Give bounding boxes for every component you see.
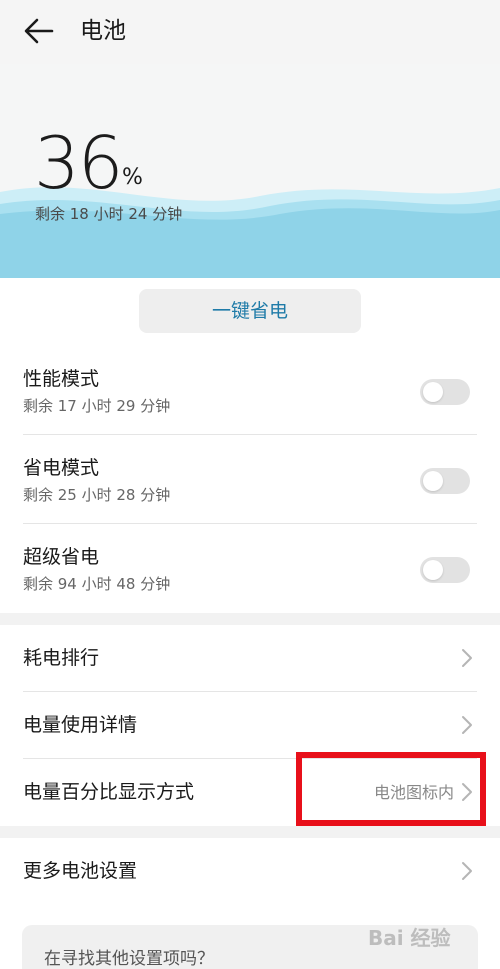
battery-usage-details-row[interactable]: 电量使用详情 <box>0 692 500 759</box>
mode-row-ultra-saving: 超级省电 剩余 94 小时 48 分钟 <box>0 524 500 613</box>
chevron-right-icon <box>462 716 472 734</box>
toggle-knob <box>423 382 443 402</box>
power-consumption-ranking-row[interactable]: 耗电排行 <box>0 625 500 692</box>
ultra-power-saving-toggle[interactable] <box>420 557 470 583</box>
one-key-save-button[interactable]: 一键省电 <box>139 289 361 333</box>
mode-title: 省电模式 <box>23 457 100 479</box>
arrow-left-icon[interactable] <box>22 16 56 46</box>
row-label: 电量使用详情 <box>23 714 138 736</box>
mode-title: 性能模式 <box>23 368 100 390</box>
battery-percent-unit: % <box>122 165 143 190</box>
watermark-text: Bai 经验 <box>368 926 451 950</box>
section-gap <box>0 613 500 625</box>
battery-percent: 36 <box>34 121 124 205</box>
baidu-jingyan-watermark: Bai 经验 <box>368 915 488 961</box>
mode-row-performance: 性能模式 剩余 17 小时 29 分钟 <box>0 346 500 435</box>
battery-remaining-time: 剩余 18 小时 24 分钟 <box>35 205 183 223</box>
toggle-knob <box>423 471 443 491</box>
row-label: 电量百分比显示方式 <box>23 781 195 803</box>
mode-title: 超级省电 <box>23 546 100 568</box>
more-battery-settings-row[interactable]: 更多电池设置 <box>0 838 500 905</box>
mode-remaining: 剩余 17 小时 29 分钟 <box>23 397 171 415</box>
top-bar: 电池 <box>0 0 500 64</box>
chevron-right-icon <box>462 862 472 880</box>
chevron-right-icon <box>462 649 472 667</box>
search-suggestion-text: 在寻找其他设置项吗？ <box>44 949 214 969</box>
mode-remaining: 剩余 94 小时 48 分钟 <box>23 575 171 593</box>
section-gap <box>0 826 500 838</box>
toggle-knob <box>423 560 443 580</box>
power-saving-mode-toggle[interactable] <box>420 468 470 494</box>
highlight-box <box>296 752 486 826</box>
performance-mode-toggle[interactable] <box>420 379 470 405</box>
row-label: 更多电池设置 <box>23 860 138 882</box>
mode-remaining: 剩余 25 小时 28 分钟 <box>23 486 171 504</box>
row-label: 耗电排行 <box>23 647 100 669</box>
page-title: 电池 <box>80 18 126 44</box>
mode-row-power-saving: 省电模式 剩余 25 小时 28 分钟 <box>0 435 500 524</box>
battery-hero: 36 % 剩余 18 小时 24 分钟 <box>0 64 500 278</box>
